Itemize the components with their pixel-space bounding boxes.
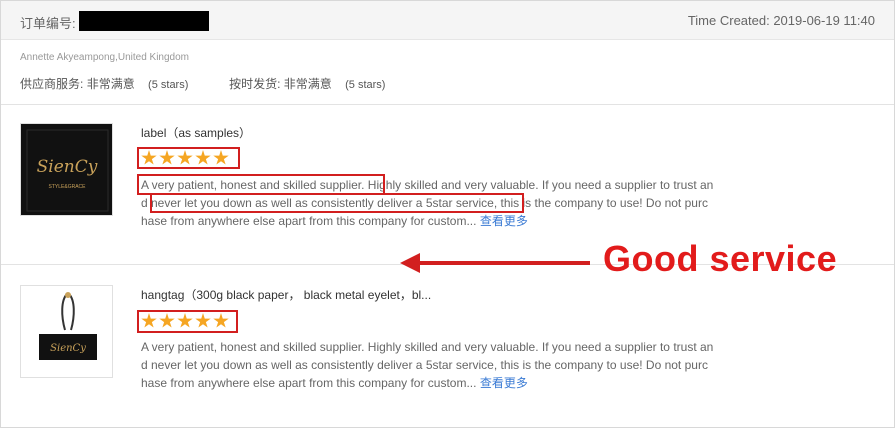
annotation-arrow-shaft: [418, 261, 590, 265]
annotation-good-service: Good service: [603, 238, 838, 279]
highlight-box-stars: [137, 310, 238, 333]
overall-ratings: 供应商服务: 非常满意 (5 stars) 按时发货: 非常满意 (5 star…: [20, 75, 385, 92]
siency-label-image: SienCy STYLE&GRACE: [21, 124, 112, 215]
shipping-stars: (5 stars): [345, 79, 386, 91]
supplier-service-value: 非常满意: [86, 77, 135, 91]
order-number-redacted: [79, 11, 209, 31]
highlight-box-review-phrase-1: [137, 174, 385, 195]
item-title[interactable]: hangtag（300g black paper， black metal ey…: [141, 286, 431, 303]
shipping-label: 按时发货:: [229, 77, 281, 91]
review-line: hase from anywhere else apart from this …: [141, 214, 477, 228]
view-more-link[interactable]: 查看更多: [480, 214, 528, 228]
review-line: A very patient, honest and skilled suppl…: [141, 340, 714, 354]
highlight-box-stars: [137, 147, 240, 169]
buyer-name: Annette Akyeampong,United Kingdom: [20, 52, 189, 63]
supplier-service-label: 供应商服务:: [20, 77, 84, 91]
review-line: d never let you down as well as consiste…: [141, 358, 708, 372]
thumb-tagline: STYLE&GRACE: [49, 184, 87, 190]
view-more-link[interactable]: 查看更多: [480, 376, 528, 390]
product-thumbnail-hangtag[interactable]: SienCy: [20, 285, 113, 378]
thumb-brand: SienCy: [37, 157, 98, 177]
thumb-brand: SienCy: [50, 343, 86, 354]
shipping-value: 非常满意: [283, 77, 332, 91]
review-text: A very patient, honest and skilled suppl…: [141, 338, 761, 392]
divider: [1, 104, 894, 105]
time-created: Time Created: 2019-06-19 11:40: [687, 13, 875, 28]
annotation-arrow-icon: [400, 253, 420, 273]
supplier-service-stars: (5 stars): [148, 79, 189, 91]
item-title[interactable]: label（as samples）: [141, 124, 251, 141]
product-thumbnail-label[interactable]: SienCy STYLE&GRACE: [20, 123, 113, 216]
order-number-label: 订单编号:: [20, 16, 76, 31]
review-line: hase from anywhere else apart from this …: [141, 376, 477, 390]
order-header: 订单编号: Time Created: 2019-06-19 11:40: [1, 1, 894, 40]
hangtag-image: SienCy: [39, 292, 97, 360]
highlight-box-review-phrase-2: [150, 193, 524, 213]
